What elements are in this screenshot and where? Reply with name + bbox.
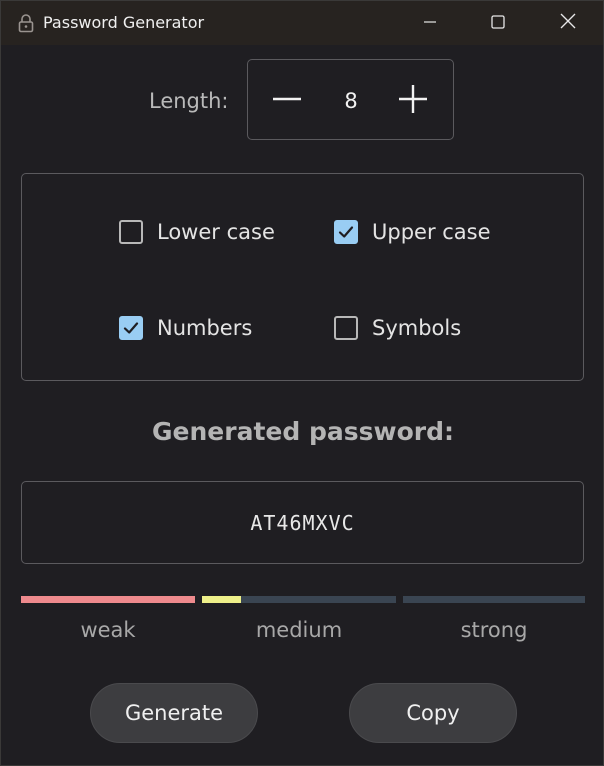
upper-case-option[interactable]: Upper case bbox=[334, 217, 491, 247]
lower-case-checkbox[interactable] bbox=[119, 220, 143, 244]
length-value: 8 bbox=[344, 89, 358, 113]
length-label: Length: bbox=[149, 89, 229, 113]
length-stepper[interactable]: 8 bbox=[247, 59, 454, 140]
title-bar[interactable]: Password Generator bbox=[1, 1, 603, 45]
generated-password-heading: Generated password: bbox=[152, 417, 454, 446]
strength-label-strong: strong bbox=[460, 618, 528, 642]
lower-case-label: Lower case bbox=[157, 220, 275, 244]
maximize-icon bbox=[491, 14, 505, 33]
symbols-option[interactable]: Symbols bbox=[334, 313, 461, 343]
password-output-field[interactable]: AT46MXVC bbox=[21, 481, 584, 564]
copy-button[interactable]: Copy bbox=[349, 683, 517, 743]
minus-icon bbox=[271, 83, 303, 119]
password-value[interactable]: AT46MXVC bbox=[250, 511, 354, 535]
strength-bar-weak bbox=[21, 596, 195, 603]
plus-icon bbox=[397, 83, 429, 119]
close-icon bbox=[560, 13, 576, 33]
maximize-button[interactable] bbox=[463, 1, 533, 45]
numbers-label: Numbers bbox=[157, 316, 253, 340]
strength-fill-weak bbox=[21, 596, 195, 603]
checkmark-icon bbox=[122, 319, 140, 337]
generate-button[interactable]: Generate bbox=[90, 683, 258, 743]
character-options-group: Lower case Upper case Numbers Symbols bbox=[21, 173, 584, 381]
upper-case-checkbox[interactable] bbox=[334, 220, 358, 244]
strength-label-medium: medium bbox=[255, 618, 343, 642]
strength-label-weak: weak bbox=[80, 618, 136, 642]
window-title: Password Generator bbox=[43, 13, 205, 32]
symbols-checkbox[interactable] bbox=[334, 316, 358, 340]
minimize-button[interactable] bbox=[395, 1, 465, 45]
numbers-checkbox[interactable] bbox=[119, 316, 143, 340]
numbers-option[interactable]: Numbers bbox=[119, 313, 252, 343]
lower-case-option[interactable]: Lower case bbox=[119, 217, 275, 247]
strength-bar-strong bbox=[403, 596, 585, 603]
close-button[interactable] bbox=[533, 1, 603, 45]
minimize-icon bbox=[423, 14, 437, 33]
symbols-label: Symbols bbox=[372, 316, 462, 340]
checkmark-icon bbox=[337, 223, 355, 241]
strength-fill-medium bbox=[202, 596, 241, 603]
password-generator-window: Password Generator Length: 8 Lower case … bbox=[0, 0, 604, 766]
increment-button[interactable] bbox=[396, 84, 430, 118]
lock-icon bbox=[17, 13, 35, 33]
strength-bar-medium bbox=[202, 596, 396, 603]
upper-case-label: Upper case bbox=[372, 220, 491, 244]
decrement-button[interactable] bbox=[270, 84, 304, 118]
